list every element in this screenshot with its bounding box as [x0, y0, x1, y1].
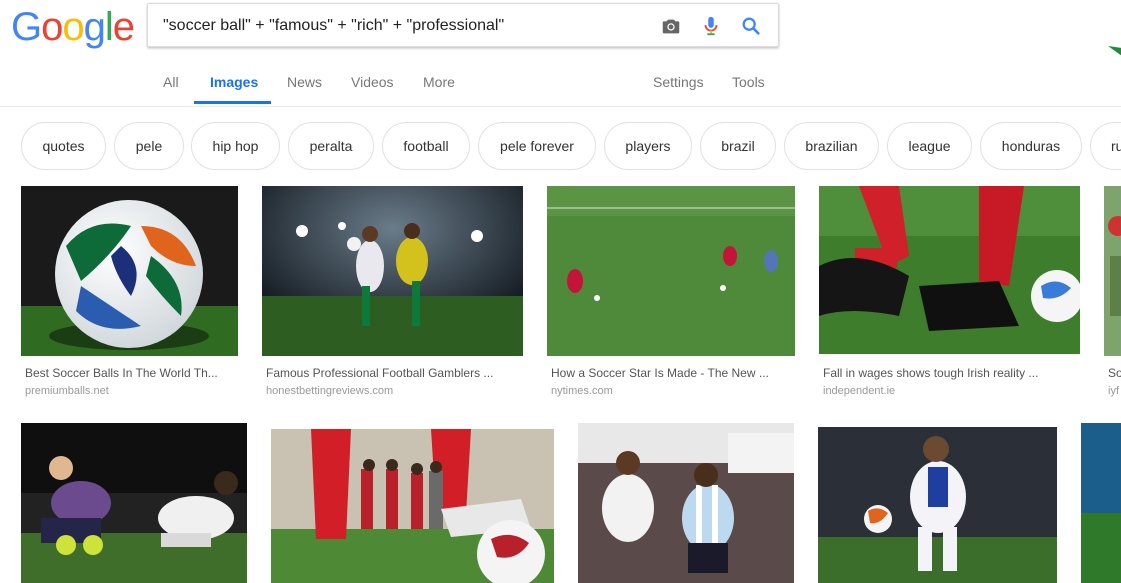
result-image[interactable] [547, 186, 795, 356]
result-image[interactable] [819, 186, 1080, 354]
result-source: premiumballs.net [25, 385, 109, 397]
camera-icon[interactable] [660, 15, 682, 37]
result-image[interactable] [818, 427, 1057, 583]
result-image[interactable] [271, 429, 554, 583]
logo-letter: o [41, 5, 63, 49]
result-source: independent.ie [823, 385, 896, 397]
logo-letter: o [62, 5, 84, 49]
result-caption[interactable]: So [1108, 366, 1121, 380]
google-logo[interactable]: Google [11, 5, 135, 49]
tab-news[interactable]: News [287, 74, 322, 90]
search-input[interactable]: "soccer ball" + "famous" + "rich" + "pro… [163, 17, 504, 35]
result-caption[interactable]: Famous Professional Football Gamblers ..… [266, 366, 521, 380]
logo-letter: e [112, 5, 135, 49]
chip-brazil[interactable]: brazil [700, 122, 776, 170]
chip-quotes[interactable]: quotes [21, 122, 106, 170]
result-caption[interactable]: Best Soccer Balls In The World Th... [25, 366, 235, 380]
result-image[interactable] [21, 186, 238, 356]
search-icon[interactable] [740, 15, 762, 37]
result-source: nytimes.com [551, 385, 613, 397]
settings-link[interactable]: Settings [653, 74, 704, 90]
result-source: honestbettingreviews.com [266, 385, 394, 397]
search-box[interactable]: "soccer ball" + "famous" + "rich" + "pro… [147, 3, 779, 47]
chip-hip-hop[interactable]: hip hop [191, 122, 280, 170]
chip-league[interactable]: league [887, 122, 972, 170]
tab-more[interactable]: More [423, 74, 455, 90]
tools-link[interactable]: Tools [732, 74, 765, 90]
logo-letter: G [11, 5, 42, 49]
active-tab-indicator [194, 101, 271, 104]
tab-all[interactable]: All [163, 74, 179, 90]
result-caption[interactable]: Fall in wages shows tough Irish reality … [823, 366, 1063, 380]
mic-icon[interactable] [700, 15, 722, 37]
result-image[interactable] [578, 423, 794, 583]
logo-letter: g [83, 5, 106, 49]
tab-videos[interactable]: Videos [351, 74, 394, 90]
doodle-icon [1108, 46, 1121, 56]
tab-images[interactable]: Images [210, 74, 258, 90]
header: Google "soccer ball" + "famous" + "rich"… [0, 0, 1121, 107]
logo-letter: l [104, 5, 114, 49]
result-image[interactable] [1104, 186, 1121, 356]
result-image[interactable] [262, 186, 523, 356]
chip-pele[interactable]: pele [114, 122, 184, 170]
chip-partial[interactable]: ru [1090, 122, 1121, 170]
result-caption[interactable]: How a Soccer Star Is Made - The New ... [551, 366, 791, 380]
chip-football[interactable]: football [382, 122, 470, 170]
result-image[interactable] [1081, 423, 1121, 583]
chip-honduras[interactable]: honduras [980, 122, 1082, 170]
chip-pele-forever[interactable]: pele forever [478, 122, 596, 170]
chip-players[interactable]: players [604, 122, 692, 170]
chip-peralta[interactable]: peralta [288, 122, 374, 170]
result-source: iyf [1108, 385, 1119, 397]
result-image[interactable] [21, 423, 247, 583]
chip-brazilian[interactable]: brazilian [784, 122, 879, 170]
nav-tabs: All Images News Videos More Settings Too… [0, 62, 1121, 106]
